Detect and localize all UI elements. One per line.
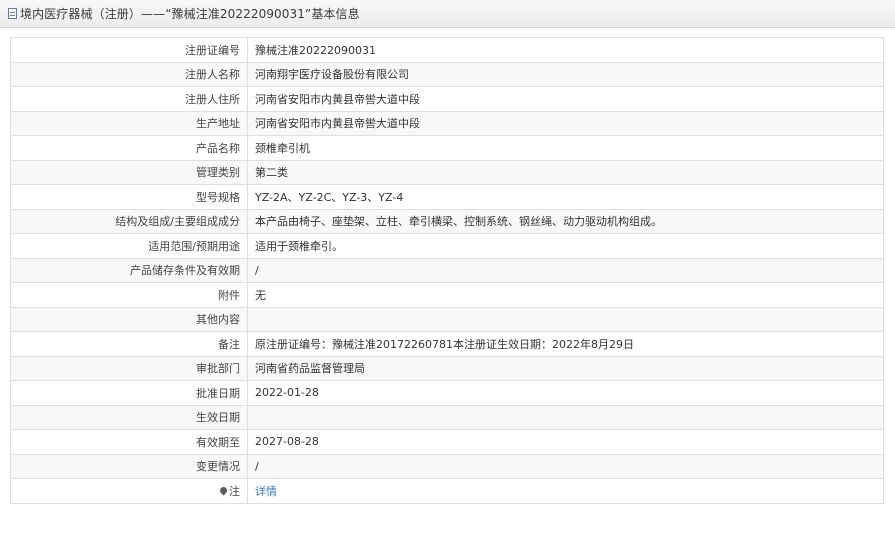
row-value: 第二类: [247, 159, 884, 185]
table-row: 生产地址 河南省安阳市内黄县帝喾大道中段: [10, 110, 884, 136]
row-value: 颈椎牵引机: [247, 135, 884, 161]
table-row: 适用范围/预期用途 适用于颈椎牵引。: [10, 233, 884, 259]
row-value: 河南省药品监督管理局: [247, 355, 884, 381]
row-label: 产品储存条件及有效期: [10, 257, 248, 283]
row-label: 附件: [10, 282, 248, 308]
table-row: 产品储存条件及有效期 /: [10, 257, 884, 283]
note-value-cell: 详情: [247, 478, 884, 504]
row-value: /: [247, 257, 884, 283]
row-label: 产品名称: [10, 135, 248, 161]
row-value: 无: [247, 282, 884, 308]
pin-icon: [218, 485, 229, 496]
row-value: 豫械注准20222090031: [247, 37, 884, 63]
table-row: 注册人住所 河南省安阳市内黄县帝喾大道中段: [10, 86, 884, 112]
row-label: 生效日期: [10, 404, 248, 430]
table-row: 生效日期: [10, 404, 884, 430]
row-value: [247, 404, 884, 430]
table-row: 管理类别 第二类: [10, 159, 884, 185]
row-label: 型号规格: [10, 184, 248, 210]
row-label: 批准日期: [10, 380, 248, 406]
row-value: [247, 306, 884, 332]
row-value: 适用于颈椎牵引。: [247, 233, 884, 259]
table-row: 结构及组成/主要组成成分 本产品由椅子、座垫架、立柱、牵引横梁、控制系统、钢丝绳、…: [10, 208, 884, 234]
row-value: 原注册证编号：豫械注准20172260781本注册证生效日期：2022年8月29…: [247, 331, 884, 357]
row-label: 备注: [10, 331, 248, 357]
document-icon: [8, 8, 17, 19]
row-value: 河南翔宇医疗设备股份有限公司: [247, 61, 884, 87]
row-label: 其他内容: [10, 306, 248, 332]
note-label-cell: 注: [10, 478, 248, 504]
row-label: 管理类别: [10, 159, 248, 185]
table-row: 产品名称 颈椎牵引机: [10, 135, 884, 161]
row-value: 河南省安阳市内黄县帝喾大道中段: [247, 86, 884, 112]
row-label: 注册人住所: [10, 86, 248, 112]
row-label: 生产地址: [10, 110, 248, 136]
info-table: 注册证编号 豫械注准20222090031 注册人名称 河南翔宇医疗设备股份有限公司…: [10, 37, 884, 504]
table-row: 注册证编号 豫械注准20222090031: [10, 37, 884, 63]
row-label: 有效期至: [10, 429, 248, 455]
row-value: 2027-08-28: [247, 429, 884, 455]
row-label: 审批部门: [10, 355, 248, 381]
row-value: 2022-01-28: [247, 380, 884, 406]
table-row: 注 详情: [10, 478, 884, 504]
row-label: 注册证编号: [10, 37, 248, 63]
row-label: 变更情况: [10, 453, 248, 479]
table-row: 变更情况 /: [10, 453, 884, 479]
row-label: 适用范围/预期用途: [10, 233, 248, 259]
table-row: 批准日期 2022-01-28: [10, 380, 884, 406]
details-link[interactable]: 详情: [255, 485, 277, 498]
title-bar: 境内医疗器械（注册）——“豫械注准20222090031”基本信息: [0, 0, 895, 28]
note-label: 注: [229, 484, 240, 498]
row-value: YZ-2A、YZ-2C、YZ-3、YZ-4: [247, 184, 884, 210]
row-value: 本产品由椅子、座垫架、立柱、牵引横梁、控制系统、钢丝绳、动力驱动机构组成。: [247, 208, 884, 234]
row-label: 结构及组成/主要组成成分: [10, 208, 248, 234]
row-value: 河南省安阳市内黄县帝喾大道中段: [247, 110, 884, 136]
table-row: 型号规格 YZ-2A、YZ-2C、YZ-3、YZ-4: [10, 184, 884, 210]
table-row: 有效期至 2027-08-28: [10, 429, 884, 455]
table-row: 注册人名称 河南翔宇医疗设备股份有限公司: [10, 61, 884, 87]
table-row: 备注 原注册证编号：豫械注准20172260781本注册证生效日期：2022年8月…: [10, 331, 884, 357]
table-row: 审批部门 河南省药品监督管理局: [10, 355, 884, 381]
table-row: 附件无: [10, 282, 884, 308]
row-value: /: [247, 453, 884, 479]
table-row: 其他内容: [10, 306, 884, 332]
page-title: 境内医疗器械（注册）——“豫械注准20222090031”基本信息: [20, 7, 360, 21]
row-label: 注册人名称: [10, 61, 248, 87]
